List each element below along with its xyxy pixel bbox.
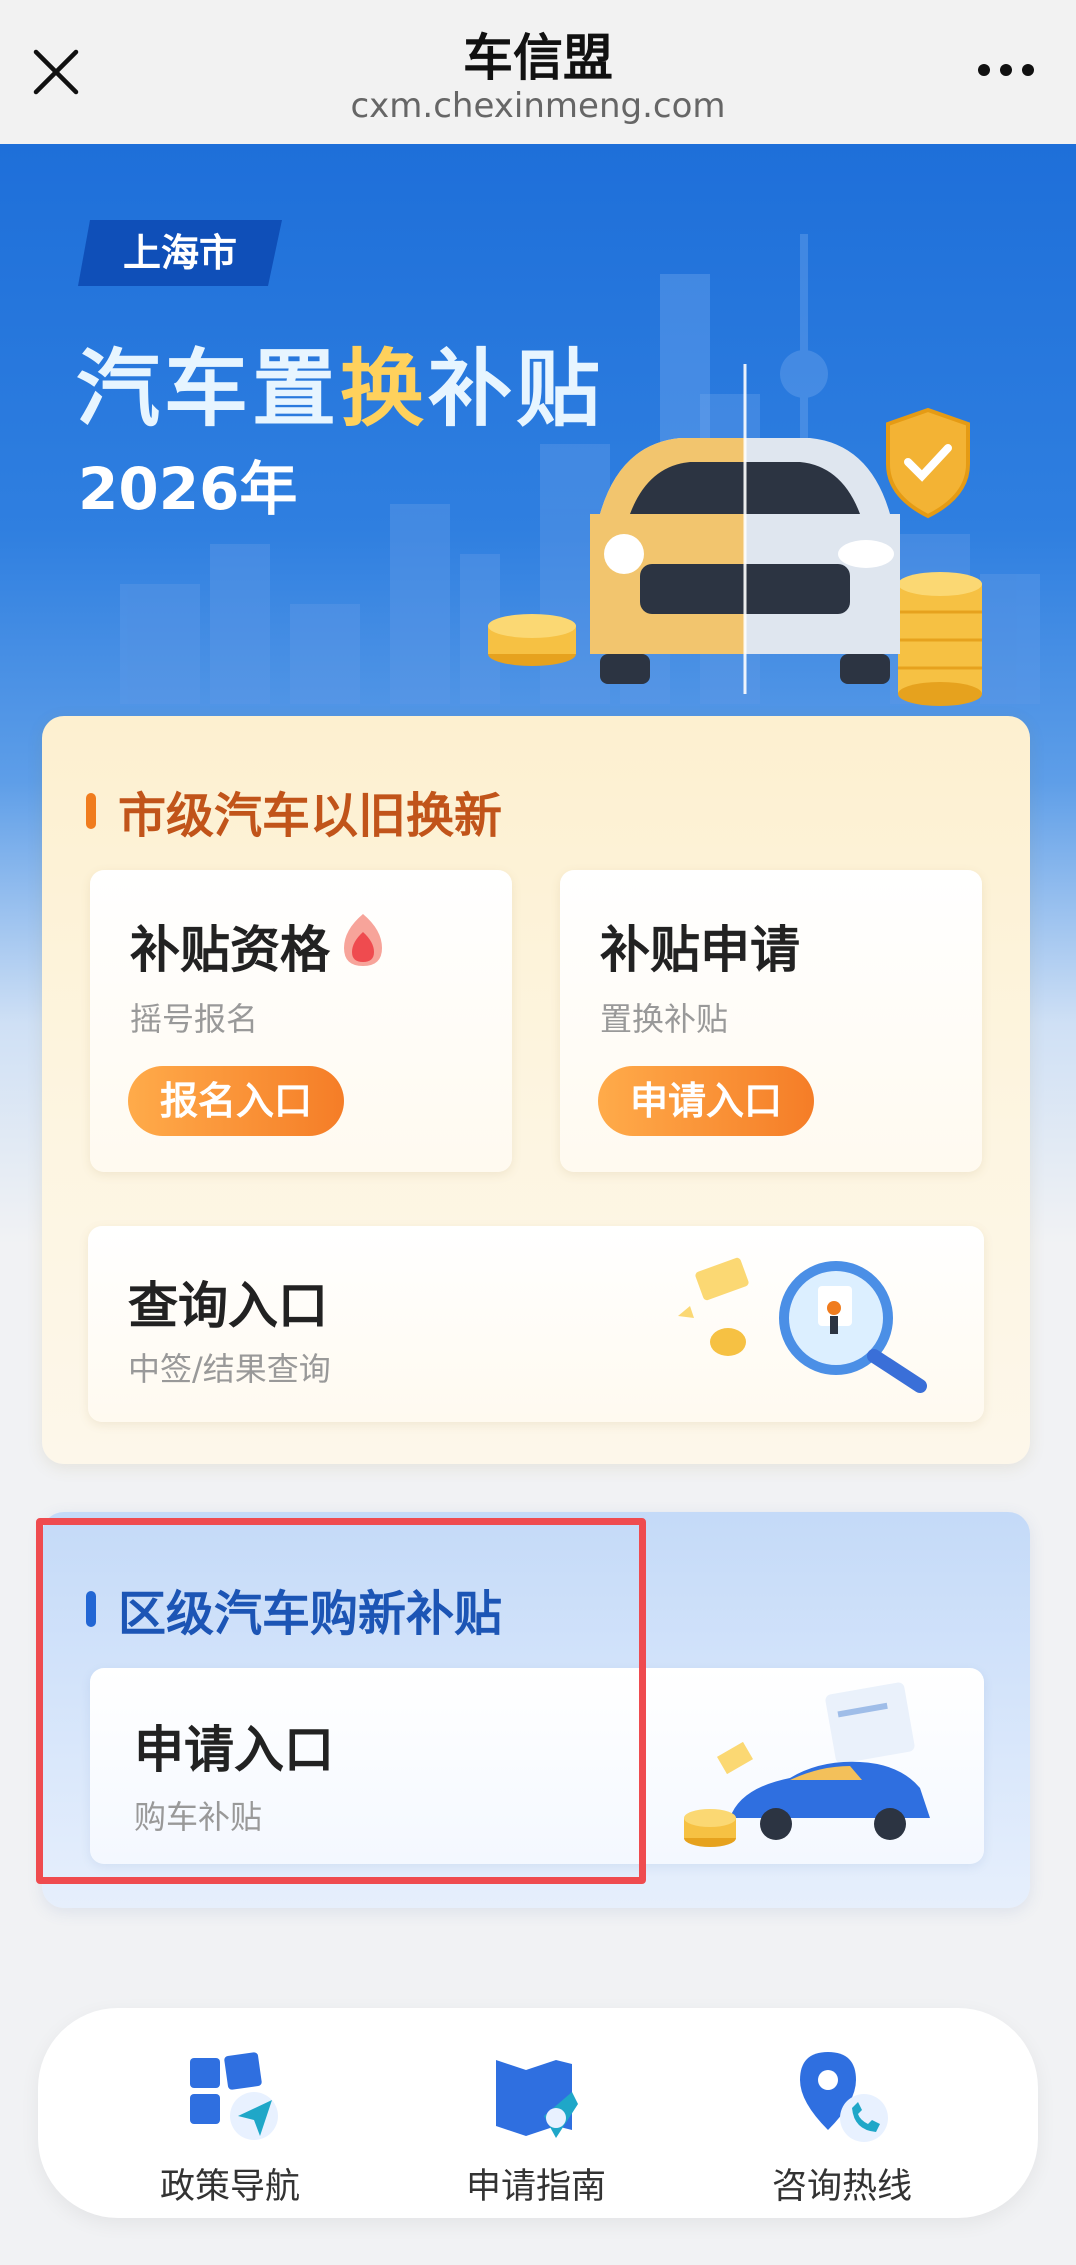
coin-stack-icon — [488, 614, 576, 666]
section-title: 区级汽车购新补贴 — [118, 1586, 503, 1642]
shield-check-icon — [886, 407, 970, 519]
guide-book-icon — [496, 2060, 578, 2138]
district-purchase-card: 区级汽车购新补贴 申请入口 购车补贴 — [42, 1512, 1030, 1908]
city-trade-in-card: 市级汽车以旧换新 补贴资格 摇号报名 报名入口 补贴申请 置换补贴 申请入口 查… — [42, 716, 1030, 1464]
tile-title: 申请入口 — [134, 1721, 334, 1779]
car-purchase-icon — [684, 1682, 930, 1847]
section-heading: 区级汽车购新补贴 — [86, 1574, 502, 1644]
eligibility-tile[interactable]: 补贴资格 摇号报名 报名入口 — [90, 870, 512, 1172]
hero-title-part1: 汽车置 — [76, 340, 341, 438]
hotline-phone-icon — [800, 2052, 888, 2142]
register-entry-button[interactable]: 报名入口 — [128, 1066, 344, 1136]
bottom-navigation: 政策导航 申请指南 咨询热线 — [38, 2008, 1038, 2218]
tile-subtitle: 置换补贴 — [600, 1000, 729, 1038]
subsidy-application-tile[interactable]: 补贴申请 置换补贴 申请入口 — [560, 870, 982, 1172]
page-url: cxm.chexinmeng.com — [350, 86, 726, 126]
top-bar: 车信盟 cxm.chexinmeng.com — [0, 0, 1076, 144]
tile-title: 查询入口 — [128, 1277, 328, 1335]
coin-stack-icon — [898, 572, 982, 706]
tile-title: 补贴资格 — [130, 921, 330, 979]
tile-subtitle: 购车补贴 — [134, 1798, 263, 1836]
apply-entry-button[interactable]: 申请入口 — [598, 1066, 814, 1136]
tile-subtitle: 中签/结果查询 — [128, 1350, 331, 1388]
section-heading: 市级汽车以旧换新 — [86, 776, 502, 846]
nav-label: 政策导航 — [159, 2167, 300, 2207]
query-entry-tile[interactable]: 查询入口 中签/结果查询 — [88, 1226, 984, 1422]
nav-item-hotline[interactable]: 咨询热线 — [722, 2034, 962, 2214]
car-with-coins-illustration — [488, 364, 982, 706]
nav-item-policy[interactable]: 政策导航 — [110, 2034, 350, 2214]
city-tag: 上海市 — [78, 220, 282, 286]
car-icon — [590, 364, 900, 694]
hero-title-accent: 换 — [340, 340, 429, 438]
city-tag-label: 上海市 — [122, 231, 237, 275]
nav-label: 申请指南 — [465, 2167, 606, 2207]
tile-subtitle: 摇号报名 — [130, 1000, 259, 1038]
district-apply-tile[interactable]: 申请入口 购车补贴 — [90, 1668, 984, 1864]
nav-item-guide[interactable]: 申请指南 — [416, 2034, 656, 2214]
magnifier-search-icon — [678, 1257, 927, 1393]
hero-year: 2026年 — [78, 455, 298, 523]
page-title: 车信盟 — [463, 29, 613, 87]
more-options-icon[interactable] — [976, 60, 1036, 80]
section-title: 市级汽车以旧换新 — [118, 788, 503, 844]
policy-navigation-icon — [190, 2052, 278, 2140]
section-marker — [86, 793, 96, 829]
hot-flame-icon — [344, 914, 382, 966]
section-marker — [86, 1591, 96, 1627]
tile-title: 补贴申请 — [600, 921, 800, 979]
nav-label: 咨询热线 — [771, 2167, 912, 2207]
